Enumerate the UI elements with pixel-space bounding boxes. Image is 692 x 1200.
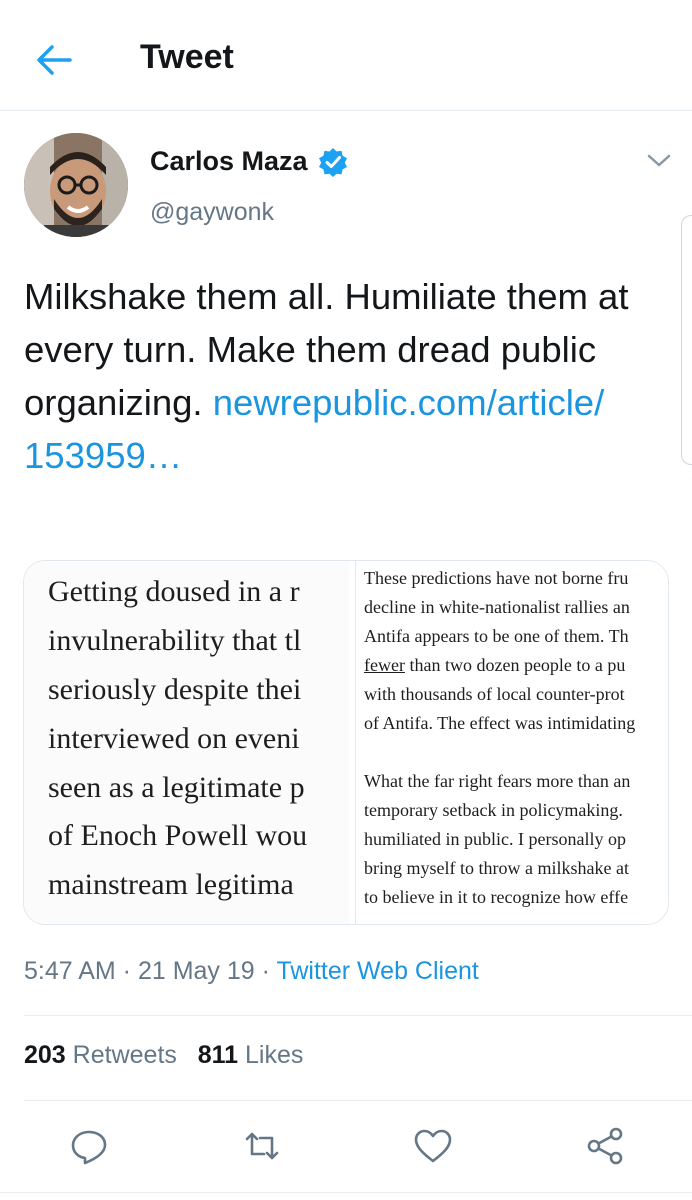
back-button[interactable] [30, 38, 76, 82]
media-text-line: temporary setback in policymaking. [364, 800, 623, 820]
chevron-down-icon [647, 154, 671, 167]
scrollbar[interactable] [681, 215, 692, 465]
tweet-text: Milkshake them all. Humiliate them at ev… [24, 270, 644, 482]
divider [0, 1192, 692, 1193]
media-text-line: humiliated in public. I personally op [364, 829, 626, 849]
retweets-stat[interactable]: 203 Retweets [24, 1041, 177, 1069]
media-text-line: interviewed on eveni [48, 722, 300, 755]
share-button[interactable] [585, 1126, 625, 1166]
likes-stat[interactable]: 811 Likes [198, 1041, 304, 1069]
tweet-source-link[interactable]: Twitter Web Client [276, 957, 478, 985]
tweet-date: 21 May 19 [137, 957, 255, 985]
reply-button[interactable] [69, 1126, 109, 1166]
like-button[interactable] [413, 1126, 453, 1166]
like-icon [414, 1129, 452, 1163]
media-text-line: of Enoch Powell wou [48, 819, 308, 852]
top-bar: Tweet [0, 0, 692, 111]
page-title: Tweet [140, 38, 234, 76]
media-text-line: Getting doused in a r [48, 575, 300, 608]
media-text-line: of Antifa. The effect was intimidating [364, 713, 636, 733]
retweet-icon [245, 1132, 279, 1160]
divider [24, 1100, 692, 1101]
media-text-line: fewer than two dozen people to a pu [364, 655, 626, 675]
retweet-button[interactable] [242, 1126, 282, 1166]
verified-badge-icon [318, 147, 348, 177]
media-text-line: seen as a legitimate p [48, 771, 305, 804]
avatar-photo [24, 133, 128, 237]
avatar[interactable] [24, 133, 128, 237]
arrow-left-icon [37, 45, 72, 75]
more-options-button[interactable] [646, 150, 672, 172]
media-text-line: invulnerability that tl [48, 624, 302, 657]
media-text-line: to believe in it to recognize how effe [364, 887, 629, 907]
tweet-timestamp: 5:47 AM · 21 May 19 · Twitter Web Client [24, 957, 479, 985]
media-text-line: Antifa appears to be one of them. Th [364, 626, 629, 646]
reply-icon [71, 1130, 107, 1165]
media-text-line: mainstream legitima [48, 868, 294, 901]
tweet-time: 5:47 AM [24, 957, 116, 985]
media-text-line: What the far right fears more than an [364, 771, 631, 791]
share-icon [587, 1127, 623, 1165]
media-text-line: with thousands of local counter-prot [364, 684, 625, 704]
tweet-stats: 203 Retweets 811 Likes [24, 1041, 303, 1070]
tweet-actions [0, 1112, 692, 1182]
media-image-right[interactable]: These predictions have not borne fru dec… [355, 561, 668, 924]
media-image-left[interactable]: Getting doused in a r invulnerability th… [24, 561, 349, 924]
tweet-media: Getting doused in a r invulnerability th… [23, 560, 669, 925]
media-text-line: These predictions have not borne fru [364, 568, 629, 588]
author-name[interactable]: Carlos Maza [150, 146, 308, 177]
media-text-line: decline in white-nationalist rallies an [364, 597, 630, 617]
author-handle[interactable]: @gaywonk [150, 198, 274, 227]
media-text-line: bring myself to throw a milkshake at [364, 858, 629, 878]
media-text-line: seriously despite thei [48, 673, 302, 706]
divider [24, 1015, 692, 1016]
